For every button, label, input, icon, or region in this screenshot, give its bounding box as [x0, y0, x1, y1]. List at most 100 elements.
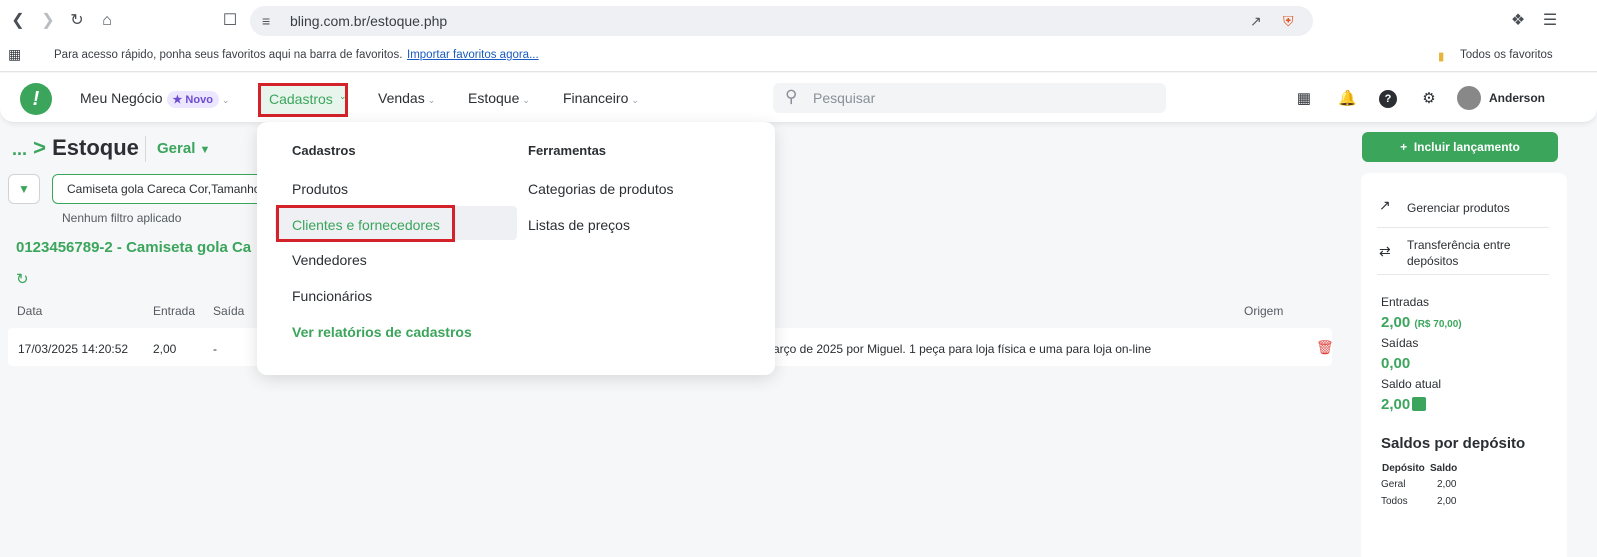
transfer-link-line1[interactable]: Transferência entre [1407, 238, 1511, 252]
saldo-value: 2,00 [1381, 396, 1427, 413]
menu-meu-negocio[interactable]: Meu Negócio ★ Novo ⌄ [80, 90, 229, 108]
menu-vendas-label: Vendas [378, 90, 425, 106]
deposits-heading: Saldos por depósito [1381, 435, 1526, 452]
menu-cadastros[interactable]: Cadastros ⌄ [258, 83, 348, 117]
deposit-row-saldo: 2,00 [1437, 479, 1457, 490]
breadcrumb-dots[interactable]: ... [12, 139, 27, 159]
row-observation: março de 2025 por Miguel. 1 peça para lo… [763, 342, 1152, 356]
deposit-row-name: Geral [1381, 479, 1406, 490]
search-input[interactable]: ⚲ Pesquisar [773, 83, 1166, 113]
deposit-select[interactable]: Geral ▼ [157, 140, 210, 157]
saidas-value: 0,00 [1381, 355, 1411, 372]
filter-button[interactable]: ▼ [8, 174, 40, 204]
bell-icon[interactable]: 🔔 [1338, 90, 1357, 108]
row-date: 17/03/2025 14:20:52 [18, 342, 129, 356]
page-title: Estoque [52, 135, 139, 160]
menu-vendas[interactable]: Vendas ⌄ [378, 90, 435, 106]
deposit-select-label: Geral [157, 140, 196, 157]
saldo-label: Saldo atual [1381, 377, 1442, 391]
row-entrada: 2,00 [153, 342, 177, 356]
novo-badge-label: Novo [185, 94, 213, 106]
deposit-table-header-saldo: Saldo [1430, 463, 1458, 474]
transfer-link-line2[interactable]: depósitos [1407, 254, 1458, 268]
menu-cadastros-label: Cadastros [269, 91, 333, 107]
novo-badge: ★ Novo [166, 91, 219, 108]
menu-financeiro-label: Financeiro [563, 90, 629, 106]
forward-icon[interactable]: ❯ [38, 11, 58, 31]
trash-icon[interactable]: 🗑 [1316, 339, 1334, 356]
share-icon[interactable]: ↗ [1250, 13, 1262, 30]
chevron-right-icon: > [33, 135, 46, 160]
home-icon[interactable]: ⌂ [97, 11, 117, 31]
dropdown-item-categorias[interactable]: Categorias de produtos [528, 181, 674, 197]
col-header-saida: Saída [213, 304, 245, 318]
browser-toolbar: ❮ ❯ ↻ ⌂ ☐ ≡ bling.com.br/estoque.php ↗ ⛨… [0, 0, 1597, 42]
caret-down-icon: ▼ [199, 144, 211, 156]
highlight-box [276, 205, 455, 242]
dropdown-heading-ferramentas: Ferramentas [528, 143, 607, 158]
search-icon: ⚲ [785, 87, 798, 106]
avatar[interactable] [1457, 86, 1481, 110]
menu-estoque[interactable]: Estoque ⌄ [468, 90, 530, 106]
apps-grid-icon[interactable]: ▦ [1295, 90, 1313, 108]
back-icon[interactable]: ❮ [8, 11, 28, 31]
menu-icon[interactable]: ☰ [1540, 11, 1560, 31]
dropdown-link-relatorios[interactable]: Ver relatórios de cadastros [292, 324, 472, 340]
help-icon[interactable]: ? [1379, 90, 1397, 108]
brave-shield-icon[interactable]: ⛨ [1283, 13, 1294, 30]
cadastros-dropdown: Cadastros Produtos Clientes e fornecedor… [257, 122, 775, 375]
menu-meu-negocio-label: Meu Negócio [80, 90, 163, 106]
saidas-label: Saídas [1381, 336, 1419, 350]
deposit-row-name: Todos [1381, 496, 1408, 507]
menu-financeiro[interactable]: Financeiro ⌄ [563, 90, 639, 106]
deposit-row-saldo: 2,00 [1437, 496, 1457, 507]
chevron-down-icon: ⌄ [522, 95, 530, 105]
bookmarks-hint: Para acesso rápido, ponha seus favoritos… [54, 49, 403, 61]
user-name[interactable]: Anderson [1489, 91, 1545, 105]
url-text: bling.com.br/estoque.php [290, 13, 448, 29]
divider [1377, 274, 1549, 275]
product-title: 0123456789-2 - Camiseta gola Ca [16, 239, 252, 256]
reload-icon[interactable]: ↻ [67, 11, 87, 31]
entradas-money: (R$ 70,00) [1414, 319, 1462, 330]
gear-icon[interactable]: ⚙ [1420, 90, 1438, 108]
external-link-icon: ↗ [1379, 197, 1391, 213]
bling-logo[interactable]: ! [20, 83, 52, 115]
col-header-entrada: Entrada [153, 304, 196, 318]
saldo-value-number: 2,00 [1381, 396, 1411, 413]
dropdown-item-produtos[interactable]: Produtos [292, 181, 348, 197]
address-bar[interactable]: ≡ bling.com.br/estoque.php ↗ ⛨ [250, 6, 1313, 36]
manage-products-link[interactable]: Gerenciar produtos [1407, 201, 1510, 215]
row-saida: - [213, 342, 217, 356]
import-bookmarks-link[interactable]: Importar favoritos agora... [407, 49, 539, 61]
chevron-down-icon: ⌄ [631, 95, 639, 105]
no-filter-text: Nenhum filtro aplicado [62, 211, 182, 225]
search-placeholder: Pesquisar [813, 90, 876, 106]
col-header-data: Data [17, 304, 43, 318]
chevron-down-icon: ⌄ [339, 91, 347, 101]
divider [1377, 227, 1549, 228]
add-entry-label: Incluir lançamento [1413, 140, 1520, 154]
plus-icon: + [1400, 140, 1408, 154]
shuffle-icon: ⇄ [1379, 243, 1391, 259]
entradas-label: Entradas [1381, 295, 1430, 309]
extensions-icon[interactable]: ❖ [1508, 11, 1528, 31]
box-icon [1412, 397, 1427, 411]
entradas-value-number: 2,00 [1381, 314, 1411, 331]
bookmarks-bar: ▦ Para acesso rápido, ponha seus favorit… [0, 42, 1597, 72]
refresh-icon[interactable]: ↻ [16, 270, 29, 288]
bookmark-icon[interactable]: ☐ [220, 11, 240, 31]
apps-icon[interactable]: ▦ [8, 46, 21, 63]
breadcrumb: ... > Estoque [12, 135, 139, 161]
add-entry-button[interactable]: + Incluir lançamento [1362, 132, 1558, 162]
all-favorites[interactable]: Todos os favoritos [1460, 49, 1553, 61]
chevron-down-icon: ⌄ [427, 95, 436, 105]
product-search-input[interactable]: Camiseta gola Careca Cor,Tamanho [52, 174, 272, 204]
folder-icon: ▮ [1438, 51, 1445, 63]
divider [145, 136, 146, 162]
dropdown-item-vendedores[interactable]: Vendedores [292, 252, 367, 268]
chevron-down-icon: ⌄ [221, 95, 230, 105]
dropdown-item-funcionarios[interactable]: Funcionários [292, 288, 372, 304]
site-info-icon[interactable]: ≡ [262, 13, 270, 29]
dropdown-item-listas-precos[interactable]: Listas de preços [528, 217, 630, 233]
